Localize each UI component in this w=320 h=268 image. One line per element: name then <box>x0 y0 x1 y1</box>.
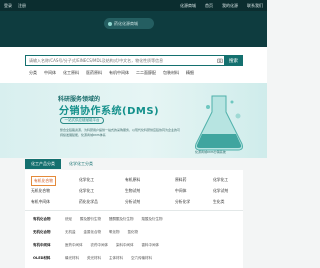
nav-home[interactable]: 首页 <box>205 3 213 9</box>
category-cell[interactable]: 药化化学品 <box>79 199 98 205</box>
subcategory-link[interactable]: 磷光材料 <box>65 256 79 261</box>
promo-banner[interactable]: 科研服务领域的 分销协作系统(DMS) 一站式供应链赋能平台 整合全链路资源，为… <box>0 83 267 158</box>
topbar: 登录 注册 化源商城 首页 我的化源 联系我们 <box>0 0 267 11</box>
banner-description: 整合全链路资源，为科研用户提供一站式的采购服务，以现代化科研供应链协同为企业的可… <box>60 128 181 137</box>
subcategory-link[interactable]: 染料中间体 <box>116 243 134 248</box>
subcategory-heading[interactable]: OLED材料 <box>33 256 57 261</box>
category-cell[interactable]: 化学试剂 <box>213 188 228 194</box>
subcategory-link[interactable]: 醇及酚衍生物 <box>80 217 101 222</box>
category-tabs: 化工产品分类 化学化工分类 <box>25 159 99 169</box>
logo[interactable]: 药化化源商城 <box>104 18 154 29</box>
subcategory-link[interactable]: 香料中间体 <box>142 243 160 248</box>
subcategory-link[interactable]: 荧光材料 <box>87 256 101 261</box>
category-link[interactable]: 二二面醇配 <box>136 70 156 76</box>
subcategory-link[interactable]: 醛酮醌及衍生物 <box>109 217 134 222</box>
subcategory-row: 无机化合物 无机盐 金属化合物 氧化物 氢化物 <box>33 230 138 235</box>
category-cell[interactable]: 无机化合物 <box>31 188 50 194</box>
category-cell[interactable]: 有机中间体 <box>31 199 50 205</box>
category-link[interactable]: 化工原料 <box>63 70 79 76</box>
subcategory-heading[interactable]: 有机化合物 <box>33 217 57 222</box>
tab-chem-category[interactable]: 化学化工分类 <box>63 159 99 169</box>
banner-contact: 化源商城DMS分销系统 <box>195 150 226 154</box>
subcategory-heading[interactable]: 有机中间体 <box>33 243 57 248</box>
subcategory-link[interactable]: 羧酸及衍生物 <box>142 217 163 222</box>
register-link[interactable]: 注册 <box>18 3 26 9</box>
banner-pill: 一站式供应链赋能平台 <box>60 117 104 124</box>
category-link[interactable]: 包装材料 <box>163 70 179 76</box>
category-link[interactable]: 医药原料 <box>86 70 102 76</box>
subcategory-link[interactable]: 氧化物 <box>109 230 120 235</box>
category-cell[interactable]: 化学化工 <box>213 177 228 183</box>
logo-text: 药化化源商城 <box>114 20 138 26</box>
category-cell[interactable]: 生化类 <box>213 199 224 205</box>
search-input[interactable] <box>26 58 216 63</box>
search-button[interactable]: 搜索 <box>224 55 243 66</box>
category-link[interactable]: 有机中间体 <box>109 70 129 76</box>
category-cell[interactable]: 化学化工 <box>79 177 94 183</box>
search-box: 搜索 <box>25 55 243 66</box>
category-cell[interactable]: 分析试剂 <box>125 199 140 205</box>
login-link[interactable]: 登录 <box>4 3 12 9</box>
category-link[interactable]: 分类 <box>29 70 37 76</box>
subcategory-link[interactable]: 无机盐 <box>65 230 76 235</box>
subcategory-heading[interactable]: 无机化合物 <box>33 230 57 235</box>
subcategory-link[interactable]: 主体材料 <box>109 256 123 261</box>
category-grid: 有机化合物 化学化工 有机原料 原料药 化学化工 无机化合物 化学化工 生物试剂… <box>25 170 243 210</box>
tab-product-category[interactable]: 化工产品分类 <box>25 159 61 169</box>
subcategory-row: 有机化合物 烷烃 醇及酚衍生物 醛酮醌及衍生物 羧酸及衍生物 <box>33 217 163 222</box>
hero: 药化化源商城 <box>0 11 267 47</box>
flask-illustration <box>195 95 243 151</box>
camera-icon[interactable] <box>216 57 224 65</box>
subcategory-panel: 有机化合物 烷烃 醇及酚衍生物 醛酮醌及衍生物 羧酸及衍生物 无机化合物 无机盐… <box>25 210 243 268</box>
subcategory-link[interactable]: 空穴传输材料 <box>131 256 152 261</box>
subcategory-row: OLED材料 磷光材料 荧光材料 主体材料 空穴传输材料 <box>33 256 152 261</box>
category-row: 分类 中间体 化工原料 医药原料 有机中间体 二二面醇配 包装材料 精细 <box>29 70 194 76</box>
category-cell[interactable]: 化学化工 <box>79 188 94 194</box>
banner-subtitle: 分销协作系统(DMS) <box>59 106 160 117</box>
search-panel: 搜索 分类 中间体 化工原料 医药原料 有机中间体 二二面醇配 包装材料 精细 <box>0 47 267 83</box>
category-cell[interactable]: 分析化学 <box>175 199 190 205</box>
logo-icon <box>108 21 112 26</box>
category-cell[interactable]: 生物试剂 <box>125 188 140 194</box>
subcategory-link[interactable]: 农药中间体 <box>91 243 109 248</box>
subcategory-link[interactable]: 烷烃 <box>65 217 72 222</box>
nav-contact[interactable]: 联系我们 <box>247 3 263 9</box>
category-cell-selected[interactable]: 有机化合物 <box>31 176 56 186</box>
category-link[interactable]: 精细 <box>186 70 194 76</box>
subcategory-link[interactable]: 氢化物 <box>128 230 139 235</box>
nav-mall[interactable]: 化源商城 <box>180 3 196 9</box>
nav-my[interactable]: 我的化源 <box>222 3 238 9</box>
category-cell[interactable]: 原料药 <box>175 177 186 183</box>
subcategory-link[interactable]: 金属化合物 <box>84 230 102 235</box>
category-cell[interactable]: 中间体 <box>175 188 186 194</box>
subcategory-row: 有机中间体 医药中间体 农药中间体 染料中间体 香料中间体 <box>33 243 159 248</box>
subcategory-link[interactable]: 医药中间体 <box>65 243 83 248</box>
category-cell[interactable]: 有机原料 <box>125 177 140 183</box>
category-link[interactable]: 中间体 <box>44 70 56 76</box>
